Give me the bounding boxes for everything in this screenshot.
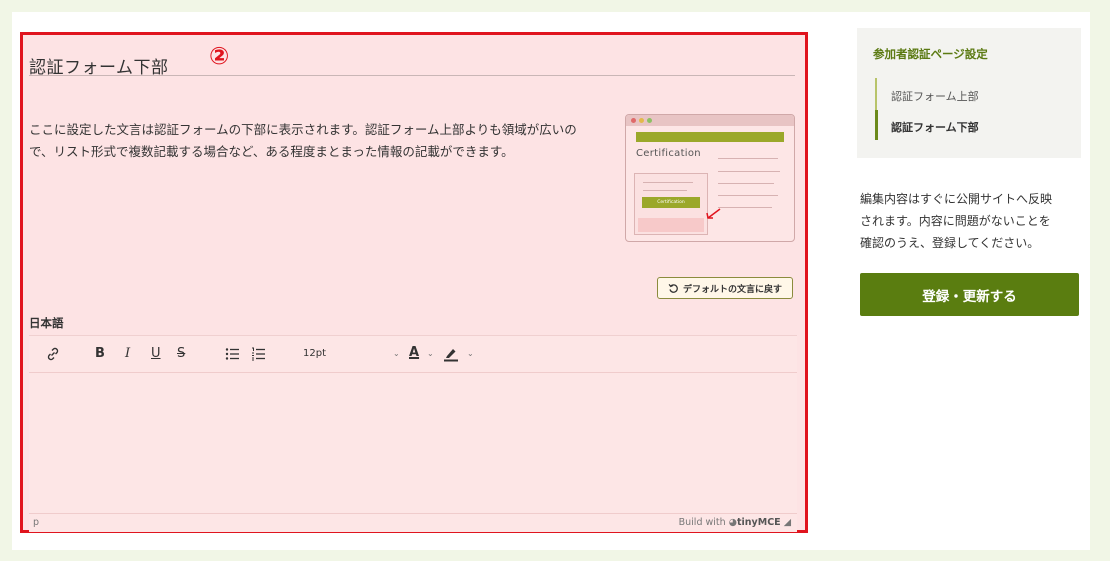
text-color-button[interactable]: A	[409, 345, 419, 361]
bold-button[interactable]: B	[95, 346, 105, 362]
chevron-down-icon[interactable]: ⌄	[467, 346, 474, 362]
sidebar-title: 参加者認証ページ設定	[873, 47, 988, 61]
note-line: 編集内容はすぐに公開サイトへ反映	[860, 192, 1053, 206]
resize-handle-icon[interactable]: ◢	[784, 517, 791, 528]
submit-update-button[interactable]: 登録・更新する	[860, 273, 1079, 316]
window-dot-icon	[631, 118, 636, 123]
section-description: ここに設定した文言は認証フォームの下部に表示されます。認証フォーム上部よりも領域…	[29, 119, 611, 163]
preview-line	[718, 158, 778, 159]
tinymce-logo-icon: ◕	[728, 517, 737, 528]
note-line: 確認のうえ、登録してください。	[860, 236, 1040, 250]
window-dot-icon	[647, 118, 652, 123]
preview-highlight-area	[638, 218, 704, 232]
description-line: ここに設定した文言は認証フォームの下部に表示されます。認証フォーム上部よりも領域…	[29, 122, 577, 137]
settings-sidebar: 参加者認証ページ設定 認証フォーム上部 認証フォーム下部	[857, 28, 1081, 158]
editor-content-area[interactable]	[29, 373, 797, 513]
preview-thumbnail: Certification Certification	[625, 114, 795, 242]
italic-button[interactable]: I	[125, 346, 130, 362]
brand-name: tinyMCE	[736, 517, 781, 528]
sidebar-item-bottom-form[interactable]: 認証フォーム下部	[891, 119, 979, 135]
window-dot-icon	[639, 118, 644, 123]
reset-default-button[interactable]: デフォルトの文言に戻す	[657, 277, 793, 299]
section-title: 認証フォーム下部	[29, 58, 169, 78]
preview-line	[718, 183, 774, 184]
editor-toolbar: B I U S 12pt ⌄ A ⌄ ⌄	[29, 336, 797, 373]
description-line: で、リスト形式で複数記載する場合など、ある程度まとまった情報の記載ができます。	[29, 144, 514, 159]
sidebar-active-indicator	[875, 110, 878, 140]
bottom-form-section: 認証フォーム下部 ② ここに設定した文言は認証フォームの下部に表示されます。認証…	[20, 32, 808, 533]
preview-line	[718, 207, 772, 208]
preview-line	[643, 182, 693, 183]
preview-button: Certification	[642, 197, 700, 208]
font-size-value: 12pt	[303, 348, 326, 359]
editor-statusbar: p Build with ◕tinyMCE ◢	[29, 513, 797, 532]
section-header: 認証フォーム下部 ②	[29, 39, 795, 78]
underline-button[interactable]: U	[151, 346, 161, 362]
editor-brand: Build with ◕tinyMCE ◢	[679, 517, 791, 528]
publish-note: 編集内容はすぐに公開サイトへ反映 されます。内容に問題がないことを 確認のうえ、…	[860, 188, 1080, 254]
link-icon[interactable]	[45, 346, 61, 362]
reset-button-label: デフォルトの文言に戻す	[682, 283, 782, 294]
preview-line	[718, 171, 780, 172]
preview-heading: Certification	[636, 148, 701, 159]
chevron-down-icon[interactable]: ⌄	[427, 346, 434, 362]
step-marker: ②	[209, 42, 230, 70]
chevron-down-icon: ⌄	[393, 349, 400, 358]
preview-header-band	[636, 132, 784, 142]
preview-line	[643, 190, 687, 191]
highlight-color-icon[interactable]	[443, 346, 459, 362]
strikethrough-button[interactable]: S	[177, 346, 185, 362]
element-path: p	[33, 517, 40, 528]
numbered-list-icon[interactable]	[251, 347, 266, 361]
rich-text-editor: B I U S 12pt ⌄ A ⌄ ⌄ p Build with ◕tinyM…	[29, 335, 797, 532]
preview-line	[718, 195, 778, 196]
note-line: されます。内容に問題がないことを	[860, 214, 1051, 228]
undo-icon	[668, 283, 678, 293]
bullet-list-icon[interactable]	[225, 347, 240, 361]
sidebar-item-top-form[interactable]: 認証フォーム上部	[891, 88, 979, 104]
language-label: 日本語	[29, 316, 64, 330]
brand-prefix: Build with	[678, 517, 726, 528]
arrow-icon	[706, 208, 721, 219]
font-size-select[interactable]: 12pt ⌄	[303, 345, 413, 363]
